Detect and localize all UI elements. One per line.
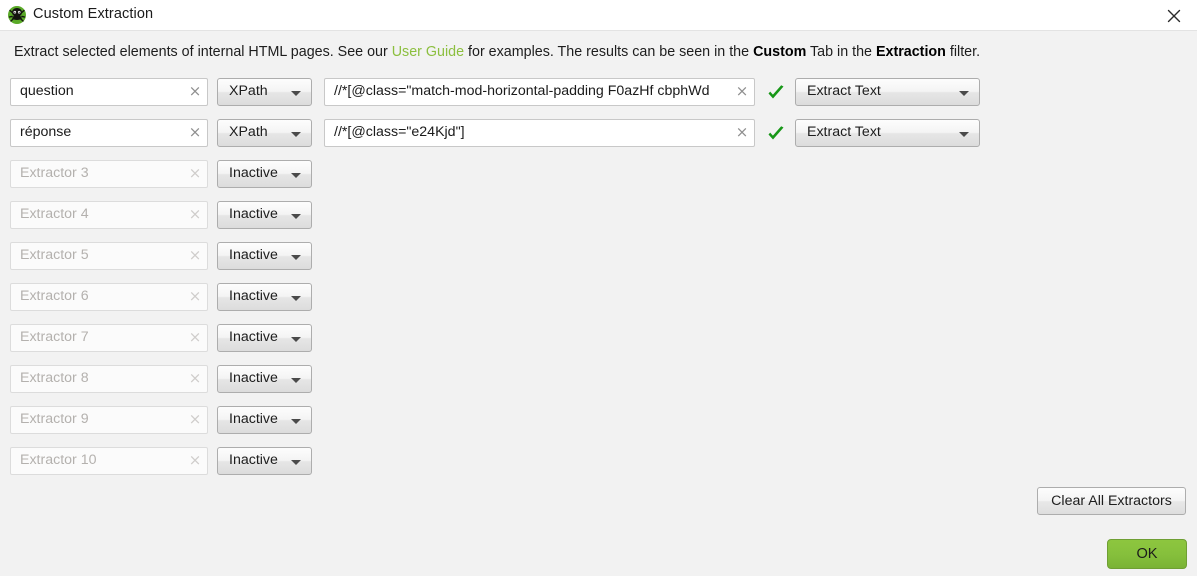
extractor-type-dropdown[interactable]: Inactive <box>217 160 312 188</box>
clear-name-icon[interactable]: × <box>188 83 202 101</box>
extractor-type-dropdown[interactable]: Inactive <box>217 447 312 475</box>
extractor-type-label: Inactive <box>229 329 278 345</box>
extractor-type-label: Inactive <box>229 370 278 386</box>
extractor-type-dropdown[interactable]: Inactive <box>217 365 312 393</box>
extractor-type-dropdown[interactable]: Inactive <box>217 201 312 229</box>
extractor-action-dropdown[interactable]: Extract Text <box>795 78 980 106</box>
chevron-down-icon <box>959 91 969 96</box>
chevron-down-icon <box>959 132 969 137</box>
ok-button[interactable]: OK <box>1107 539 1187 569</box>
extractor-type-label: Inactive <box>229 165 278 181</box>
chevron-down-icon <box>291 460 301 465</box>
user-guide-link[interactable]: User Guide <box>392 44 464 60</box>
chevron-down-icon <box>291 378 301 383</box>
extractor-name-input[interactable]: Extractor 10 × <box>10 447 208 475</box>
extractor-name-value: Extractor 3 <box>20 165 89 181</box>
extractor-action-label: Extract Text <box>807 124 881 140</box>
extractor-name-input[interactable]: Extractor 5 × <box>10 242 208 270</box>
extractor-name-input[interactable]: Extractor 6 × <box>10 283 208 311</box>
extractor-name-input[interactable]: Extractor 9 × <box>10 406 208 434</box>
extractor-type-dropdown[interactable]: Inactive <box>217 324 312 352</box>
description-bold-extraction: Extraction <box>875 44 946 60</box>
extractor-expression-value: //*[@class="e24Kjd"] <box>334 124 465 140</box>
chevron-down-icon <box>291 173 301 178</box>
valid-check-icon <box>766 83 786 103</box>
description-bold-custom: Custom <box>753 44 807 60</box>
extractor-type-label: Inactive <box>229 452 278 468</box>
extractor-name-value: Extractor 9 <box>20 411 89 427</box>
chevron-down-icon <box>291 255 301 260</box>
chevron-down-icon <box>291 132 301 137</box>
clear-name-icon[interactable]: × <box>188 411 202 429</box>
clear-name-icon[interactable]: × <box>188 288 202 306</box>
extractor-name-input[interactable]: Extractor 4 × <box>10 201 208 229</box>
clear-name-icon[interactable]: × <box>188 329 202 347</box>
chevron-down-icon <box>291 91 301 96</box>
extractor-name-input[interactable]: réponse × <box>10 119 208 147</box>
extractor-name-value: Extractor 7 <box>20 329 89 345</box>
extractor-name-input[interactable]: question × <box>10 78 208 106</box>
description-part-1: Extract selected elements of internal HT… <box>14 44 392 60</box>
valid-check-icon <box>766 124 786 144</box>
extractor-expression-value: //*[@class="match-mod-horizontal-padding… <box>334 83 710 99</box>
description-part-3: Tab in the <box>806 44 876 60</box>
extractor-type-dropdown[interactable]: XPath <box>217 119 312 147</box>
extractor-action-dropdown[interactable]: Extract Text <box>795 119 980 147</box>
clear-expression-icon[interactable]: × <box>735 124 749 142</box>
extractor-type-dropdown[interactable]: Inactive <box>217 283 312 311</box>
extractor-type-label: XPath <box>229 83 268 99</box>
extractor-type-dropdown[interactable]: Inactive <box>217 406 312 434</box>
clear-name-icon[interactable]: × <box>188 165 202 183</box>
dialog-description: Extract selected elements of internal HT… <box>14 44 980 60</box>
extractor-action-label: Extract Text <box>807 83 881 99</box>
clear-name-icon[interactable]: × <box>188 124 202 142</box>
description-part-2: for examples. The results can be seen in… <box>464 44 754 60</box>
extractor-name-value: Extractor 4 <box>20 206 89 222</box>
extractor-type-label: Inactive <box>229 247 278 263</box>
clear-all-extractors-button[interactable]: Clear All Extractors <box>1037 487 1186 515</box>
clear-name-icon[interactable]: × <box>188 206 202 224</box>
extractor-expression-input[interactable]: //*[@class="match-mod-horizontal-padding… <box>324 78 755 106</box>
extractor-type-label: Inactive <box>229 411 278 427</box>
extractor-name-input[interactable]: Extractor 7 × <box>10 324 208 352</box>
description-part-4: filter. <box>945 44 981 60</box>
extractor-type-label: XPath <box>229 124 268 140</box>
extractor-type-label: Inactive <box>229 206 278 222</box>
chevron-down-icon <box>291 296 301 301</box>
clear-name-icon[interactable]: × <box>188 452 202 470</box>
extractor-name-value: Extractor 8 <box>20 370 89 386</box>
chevron-down-icon <box>291 337 301 342</box>
extractor-name-input[interactable]: Extractor 3 × <box>10 160 208 188</box>
clear-name-icon[interactable]: × <box>188 247 202 265</box>
extractor-type-dropdown[interactable]: Inactive <box>217 242 312 270</box>
extractor-name-value: Extractor 6 <box>20 288 89 304</box>
extractor-name-value: Extractor 10 <box>20 452 97 468</box>
window-title: Custom Extraction <box>33 6 154 22</box>
close-icon[interactable] <box>1151 0 1197 31</box>
spider-logo-icon <box>6 4 28 26</box>
clear-name-icon[interactable]: × <box>188 370 202 388</box>
extractor-type-label: Inactive <box>229 288 278 304</box>
chevron-down-icon <box>291 419 301 424</box>
window-titlebar: Custom Extraction <box>0 0 1197 31</box>
chevron-down-icon <box>291 214 301 219</box>
clear-expression-icon[interactable]: × <box>735 83 749 101</box>
extractor-name-value: réponse <box>20 124 72 140</box>
extractor-expression-input[interactable]: //*[@class="e24Kjd"] × <box>324 119 755 147</box>
extractor-name-input[interactable]: Extractor 8 × <box>10 365 208 393</box>
extractor-name-value: question <box>20 83 74 99</box>
extractor-name-value: Extractor 5 <box>20 247 89 263</box>
extractor-type-dropdown[interactable]: XPath <box>217 78 312 106</box>
